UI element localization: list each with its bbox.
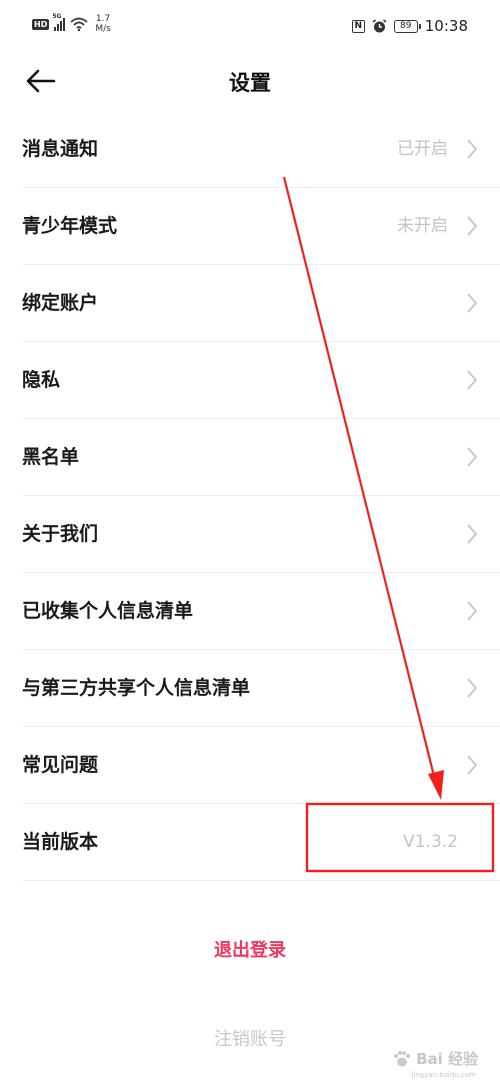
battery-icon: 89 xyxy=(393,19,421,33)
hd-badge: HD xyxy=(32,18,50,30)
setting-blacklist[interactable]: 黑名单 xyxy=(0,419,500,496)
chevron-right-icon xyxy=(467,293,478,313)
page-title: 设置 xyxy=(229,71,271,95)
setting-teen-mode[interactable]: 青少年模式 未开启 xyxy=(0,188,500,265)
network-speed: 1.7 M/s xyxy=(95,14,111,34)
signal-label: 5G xyxy=(52,13,62,20)
header: 设置 xyxy=(0,56,500,108)
setting-value: 已开启 xyxy=(397,139,448,159)
chevron-right-icon xyxy=(467,601,478,621)
setting-label: 黑名单 xyxy=(22,446,80,468)
watermark-text: Bai 经验 xyxy=(416,1050,478,1068)
setting-label: 消息通知 xyxy=(22,138,99,160)
setting-about-us[interactable]: 关于我们 xyxy=(0,496,500,573)
watermark: Bai 经验 jingyan.baidu.com xyxy=(392,1048,478,1079)
chevron-right-icon xyxy=(467,139,478,159)
status-right: N 89 10:38 xyxy=(351,17,468,35)
setting-label: 已收集个人信息清单 xyxy=(22,600,194,622)
chevron-right-icon xyxy=(467,524,478,544)
setting-faq[interactable]: 常见问题 xyxy=(0,727,500,804)
setting-label: 隐私 xyxy=(22,369,61,391)
chevron-right-icon xyxy=(467,370,478,390)
chevron-right-icon xyxy=(467,447,478,467)
paw-icon xyxy=(394,1050,411,1066)
setting-shared-info-list[interactable]: 与第三方共享个人信息清单 xyxy=(0,650,500,727)
chevron-right-icon xyxy=(467,216,478,236)
setting-label: 关于我们 xyxy=(22,523,99,545)
setting-label: 常见问题 xyxy=(22,754,99,776)
setting-label: 当前版本 xyxy=(22,831,99,853)
clock: 10:38 xyxy=(424,17,468,35)
setting-label: 青少年模式 xyxy=(22,215,118,237)
version-value: V1.3.2 xyxy=(403,832,458,852)
setting-value: 未开启 xyxy=(397,216,448,236)
chevron-right-icon xyxy=(467,755,478,775)
signal-icon: 5G xyxy=(52,13,66,31)
divider xyxy=(22,880,500,881)
logout-button[interactable]: 退出登录 xyxy=(0,936,500,962)
setting-privacy[interactable]: 隐私 xyxy=(0,342,500,419)
battery-level: 89 xyxy=(400,21,412,31)
speed-unit: M/s xyxy=(95,24,111,34)
watermark-sub: jingyan.baidu.com xyxy=(411,1071,476,1079)
setting-collected-info-list[interactable]: 已收集个人信息清单 xyxy=(0,573,500,650)
status-left: HD 5G 1.7 M/s xyxy=(32,13,111,34)
setting-current-version: 当前版本 V1.3.2 xyxy=(0,804,500,881)
setting-label: 绑定账户 xyxy=(22,292,99,314)
wifi-icon xyxy=(70,17,88,31)
speed-value: 1.7 xyxy=(95,14,111,24)
setting-bind-account[interactable]: 绑定账户 xyxy=(0,265,500,342)
setting-label: 与第三方共享个人信息清单 xyxy=(22,677,251,699)
setting-notifications[interactable]: 消息通知 已开启 xyxy=(0,111,500,188)
chevron-right-icon xyxy=(467,678,478,698)
nfc-icon: N xyxy=(351,19,365,33)
settings-list: 消息通知 已开启 青少年模式 未开启 绑定账户 隐私 黑名单 关于我们 已收集个… xyxy=(0,111,500,881)
status-bar: HD 5G 1.7 M/s N 89 10:38 xyxy=(0,0,500,56)
alarm-icon xyxy=(372,18,387,32)
